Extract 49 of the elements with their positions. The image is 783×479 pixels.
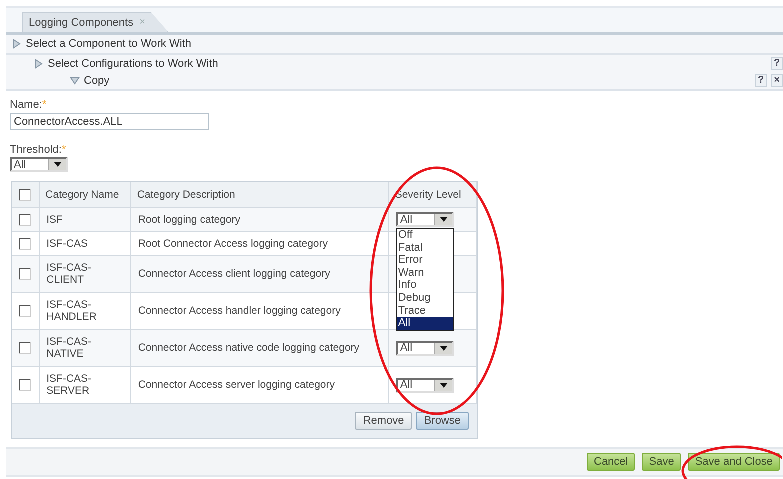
select-all-checkbox[interactable] [19, 188, 32, 200]
tab[interactable]: Logging Components × [22, 12, 168, 32]
section-title[interactable]: Select a Component to Work With [26, 38, 192, 50]
table-cell: ISF-CAS-SERVER [39, 366, 131, 404]
table-cell: ISF-CAS-CLIENT [39, 256, 131, 292]
expanded-triangle-icon[interactable] [70, 76, 80, 86]
browse-button[interactable]: Browse [416, 412, 469, 430]
collapsed-triangle-icon[interactable] [12, 39, 22, 49]
section-title[interactable]: Select Configurations to Work With [48, 58, 218, 70]
remove-button[interactable]: Remove [355, 412, 412, 430]
row-checkbox[interactable] [19, 268, 32, 280]
close-icon[interactable]: × [771, 74, 783, 87]
severity-select[interactable]: All [396, 212, 454, 227]
required-marker: * [62, 144, 66, 156]
help-icon[interactable]: ? [771, 57, 783, 70]
field-label: Threshold: [10, 144, 62, 156]
row-checkbox[interactable] [19, 379, 32, 391]
collapsed-triangle-icon[interactable] [34, 58, 44, 68]
dropdown-option[interactable]: All [397, 317, 454, 330]
dropdown-option[interactable]: Info [397, 279, 454, 292]
column-header[interactable]: Category Name [39, 182, 131, 208]
column-header[interactable]: Category Description [130, 182, 389, 208]
threshold-select[interactable]: All [10, 157, 68, 172]
section-title[interactable]: Copy [84, 74, 110, 86]
severity-select[interactable]: All [396, 340, 454, 356]
cancel-button[interactable]: Cancel [587, 453, 636, 471]
row-checkbox[interactable] [19, 305, 32, 317]
table-cell: ISF-CAS-NATIVE [39, 330, 131, 366]
severity-select[interactable]: All [396, 378, 454, 392]
row-checkbox[interactable] [19, 342, 32, 354]
field-label: Name: [10, 99, 42, 111]
dropdown-option[interactable]: Warn [397, 266, 454, 280]
required-marker: * [42, 99, 47, 111]
table-cell: Connector Access server logging category [130, 366, 389, 404]
row-checkbox[interactable] [19, 238, 32, 250]
dropdown-option[interactable]: Error [397, 254, 454, 267]
help-icon[interactable]: ? [755, 74, 767, 87]
table-cell: Root logging category [130, 208, 389, 232]
save-button[interactable]: Save [642, 453, 682, 471]
save-and-close-button[interactable]: Save and Close [688, 453, 780, 471]
dropdown-option[interactable]: Fatal [397, 242, 454, 254]
table-cell: ISF [39, 208, 131, 232]
name-field[interactable]: ConnectorAccess.ALL [10, 113, 209, 130]
dropdown-option[interactable]: Off [397, 229, 454, 242]
table-cell: Connector Access native code logging category [130, 330, 389, 366]
row-checkbox[interactable] [19, 214, 32, 226]
table-cell: Connector Access client logging category [130, 256, 389, 292]
dropdown-option[interactable]: Debug [397, 292, 454, 305]
dropdown-option[interactable]: Trace [397, 304, 454, 318]
